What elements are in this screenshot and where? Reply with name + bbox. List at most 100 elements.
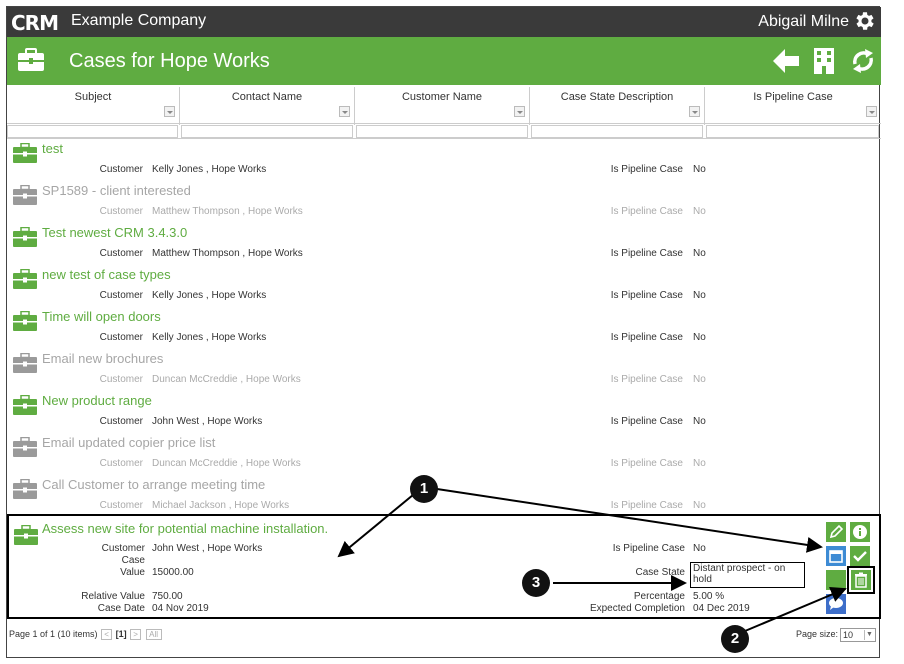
- customer-value[interactable]: John West , Hope Works: [152, 416, 262, 427]
- case-state-label: Case State: [635, 567, 685, 578]
- case-title[interactable]: Assess new site for potential machine in…: [42, 521, 328, 536]
- column-subject[interactable]: Subject: [7, 87, 180, 125]
- customer-value[interactable]: Kelly Jones , Hope Works: [152, 332, 266, 343]
- filter-dropdown-icon[interactable]: [339, 106, 350, 117]
- pipeline-value: No: [693, 374, 706, 385]
- company-name: Example Company: [71, 12, 207, 29]
- case-title[interactable]: Email updated copier price list: [42, 435, 215, 450]
- column-is-pipeline[interactable]: Is Pipeline Case: [705, 87, 881, 125]
- briefcase-icon: [13, 227, 37, 247]
- pager-info: Page 1 of 1 (10 items): [9, 629, 98, 639]
- case-row[interactable]: test Customer Kelly Jones , Hope Works Is P…: [7, 141, 881, 183]
- briefcase-icon: [13, 395, 37, 415]
- briefcase-icon: [13, 353, 37, 373]
- next-page-icon[interactable]: >: [130, 629, 142, 641]
- filter-input-customer[interactable]: [356, 125, 528, 138]
- selected-case-row[interactable]: Assess new site for potential machine in…: [7, 514, 881, 619]
- filter-input-contact[interactable]: [181, 125, 353, 138]
- back-arrow-icon[interactable]: [771, 47, 801, 75]
- pipeline-value: No: [693, 500, 706, 511]
- filter-input-subject[interactable]: [7, 125, 178, 138]
- briefcase-icon: [18, 48, 44, 71]
- filter-row: [7, 123, 881, 139]
- all-pages-button[interactable]: All: [145, 629, 162, 641]
- case-row[interactable]: Test newest CRM 3.4.3.0 Customer Matthew T…: [7, 225, 881, 267]
- customer-value[interactable]: Duncan McCreddie , Hope Works: [152, 374, 301, 385]
- expected-completion-label: Expected Completion: [589, 603, 685, 614]
- pager: Page 1 of 1 (10 items) < [1] > All: [9, 629, 163, 641]
- edit-pencil-icon[interactable]: [826, 522, 846, 542]
- case-value-label: Case: [121, 555, 145, 566]
- case-title[interactable]: Call Customer to arrange meeting time: [42, 477, 265, 492]
- briefcase-icon: [13, 311, 37, 331]
- briefcase-icon: [13, 143, 37, 163]
- case-row[interactable]: Email updated copier price list Customer D…: [7, 435, 881, 477]
- customer-value[interactable]: Kelly Jones , Hope Works: [152, 290, 266, 301]
- title-bar: Cases for Hope Works: [7, 37, 881, 85]
- pipeline-value: No: [693, 206, 706, 217]
- green-action-icon[interactable]: [826, 570, 846, 590]
- customer-value[interactable]: Duncan McCreddie , Hope Works: [152, 458, 301, 469]
- filter-dropdown-icon[interactable]: [689, 106, 700, 117]
- case-value: 15000.00: [152, 567, 194, 578]
- info-icon[interactable]: [850, 522, 870, 542]
- customer-label: Customer: [99, 206, 143, 217]
- crm-logo[interactable]: CRM: [11, 11, 59, 35]
- relative-value-label: Relative Value: [81, 591, 145, 602]
- briefcase-icon: [13, 437, 37, 457]
- case-title[interactable]: new test of case types: [42, 267, 171, 282]
- filter-input-pipeline[interactable]: [706, 125, 879, 138]
- pipeline-value: No: [693, 332, 706, 343]
- checkmark-icon[interactable]: [850, 546, 870, 566]
- briefcase-icon: [13, 185, 37, 205]
- case-row[interactable]: Time will open doors Customer Kelly Jones …: [7, 309, 881, 351]
- case-row[interactable]: new test of case types Customer Kelly Jone…: [7, 267, 881, 309]
- briefcase-icon: [14, 525, 38, 545]
- filter-input-state[interactable]: [531, 125, 703, 138]
- refresh-icon[interactable]: [849, 47, 877, 75]
- pipeline-label: Is Pipeline Case: [610, 206, 683, 217]
- building-icon[interactable]: [813, 47, 835, 75]
- pipeline-label: Is Pipeline Case: [610, 332, 683, 343]
- column-case-state[interactable]: Case State Description: [530, 87, 705, 125]
- calendar-icon[interactable]: [826, 546, 846, 566]
- case-row[interactable]: Call Customer to arrange meeting time Cus…: [7, 477, 881, 519]
- chevron-down-icon: ▼: [864, 630, 874, 640]
- filter-dropdown-icon[interactable]: [514, 106, 525, 117]
- callout-badge-1: 1: [410, 475, 438, 503]
- case-title[interactable]: New product range: [42, 393, 152, 408]
- case-row[interactable]: New product range Customer John West , Hop…: [7, 393, 881, 435]
- customer-value[interactable]: Michael Jackson , Hope Works: [152, 500, 289, 511]
- trash-icon[interactable]: [851, 570, 871, 590]
- briefcase-icon: [13, 479, 37, 499]
- case-title[interactable]: SP1589 - client interested: [42, 183, 191, 198]
- customer-value[interactable]: Kelly Jones , Hope Works: [152, 164, 266, 175]
- filter-dropdown-icon[interactable]: [866, 106, 877, 117]
- customer-label: Customer: [99, 164, 143, 175]
- gear-icon[interactable]: [853, 9, 877, 33]
- customer-label: Customer: [99, 416, 143, 427]
- case-title[interactable]: Email new brochures: [42, 351, 163, 366]
- column-customer-name[interactable]: Customer Name: [355, 87, 530, 125]
- case-state-value-2: hold: [693, 574, 712, 585]
- customer-value[interactable]: John West , Hope Works: [152, 543, 262, 554]
- customer-value[interactable]: Matthew Thompson , Hope Works: [152, 206, 303, 217]
- percentage-value: 5.00 %: [693, 591, 725, 602]
- case-title[interactable]: Test newest CRM 3.4.3.0: [42, 225, 187, 240]
- current-page[interactable]: [1]: [116, 629, 127, 639]
- prev-page-icon[interactable]: <: [101, 629, 113, 641]
- user-name[interactable]: Abigail Milne: [758, 13, 849, 31]
- page-size-select[interactable]: 10 ▼: [840, 628, 876, 642]
- case-value-label-2: Value: [120, 567, 145, 578]
- case-title[interactable]: Time will open doors: [42, 309, 161, 324]
- case-title[interactable]: test: [42, 141, 63, 156]
- column-contact-name[interactable]: Contact Name: [180, 87, 355, 125]
- top-bar: CRM Example Company Abigail Milne: [7, 7, 881, 37]
- filter-dropdown-icon[interactable]: [164, 106, 175, 117]
- callout-badge-3: 3: [522, 569, 550, 597]
- case-state-value: Distant prospect - on: [693, 563, 786, 574]
- chat-bubble-icon[interactable]: [826, 594, 846, 614]
- case-row[interactable]: Email new brochures Customer Duncan McCred…: [7, 351, 881, 393]
- case-row[interactable]: SP1589 - client interested Customer Matthe…: [7, 183, 881, 225]
- customer-value[interactable]: Matthew Thompson , Hope Works: [152, 248, 303, 259]
